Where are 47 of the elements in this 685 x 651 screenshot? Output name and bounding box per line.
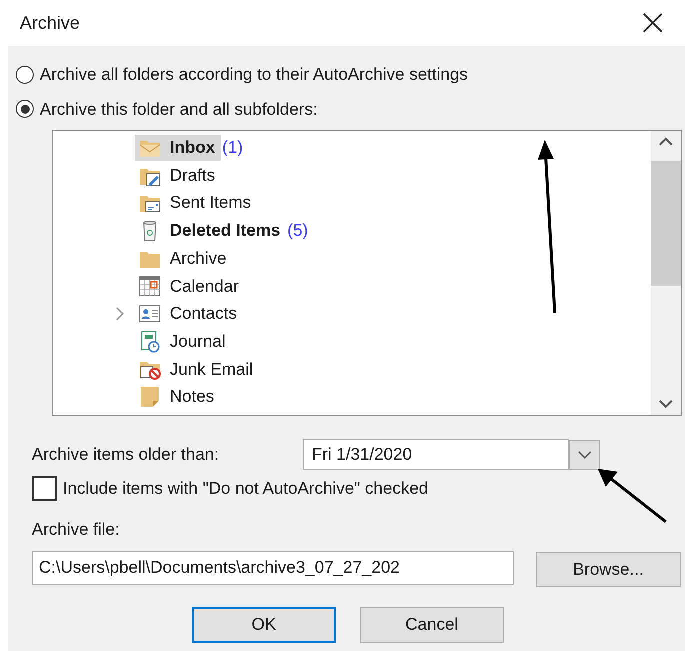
date-field[interactable]: Fri 1/31/2020 xyxy=(303,439,569,470)
field-label: Archive items older than: xyxy=(32,444,220,466)
radio-label: Archive this folder and all subfolders: xyxy=(40,98,318,120)
folder-item[interactable]: Notes xyxy=(135,384,220,410)
annotation-arrow xyxy=(598,469,667,524)
folder-name: Calendar xyxy=(170,276,239,298)
close-icon[interactable] xyxy=(641,11,665,35)
archive-file-field[interactable]: C:\Users\pbell\Documents\archive3_07_27_202 xyxy=(32,550,514,584)
folder-item[interactable]: Inbox xyxy=(135,134,222,161)
checkbox-label: Include items with "Do not AutoArchive" checked xyxy=(63,478,428,500)
folder-item[interactable]: Deleted Items xyxy=(135,218,287,244)
folder-item[interactable]: Contacts xyxy=(135,300,244,327)
radio-label: Archive all folders according to their AutoArchive settings xyxy=(40,64,468,86)
folder-item[interactable]: Calendar xyxy=(135,273,245,300)
calendar-icon xyxy=(138,274,162,298)
folder-name: Inbox xyxy=(170,137,216,160)
folder-name: Contacts xyxy=(170,303,238,326)
notes-icon xyxy=(138,385,162,410)
browse-button[interactable]: Browse... xyxy=(536,552,681,587)
scrollbar[interactable] xyxy=(651,131,681,415)
chevron-down-icon xyxy=(578,450,592,458)
date-dropdown-button[interactable] xyxy=(569,440,600,470)
expand-chevron-icon[interactable] xyxy=(115,306,125,321)
radio-button[interactable] xyxy=(16,100,34,118)
field-label: Archive file: xyxy=(32,520,120,538)
window-title: Archive xyxy=(20,12,80,34)
folder-name: Drafts xyxy=(170,164,216,187)
radio-button[interactable] xyxy=(16,66,34,84)
folder-name: Sent Items xyxy=(170,192,252,214)
folder-item[interactable]: Sent Items xyxy=(135,190,258,216)
folder-item[interactable]: Journal xyxy=(135,328,232,355)
scrollbar-thumb[interactable] xyxy=(651,160,681,286)
folder-name: Journal xyxy=(170,330,226,353)
scroll-up-icon[interactable] xyxy=(659,137,673,147)
folder-name: Notes xyxy=(170,386,214,408)
folder-item[interactable]: Junk Email xyxy=(135,356,260,382)
folder-item[interactable]: Archive xyxy=(135,246,233,272)
folder-name: Junk Email xyxy=(170,358,254,381)
folder-name: Archive xyxy=(170,248,227,270)
folder-name: Deleted Items xyxy=(170,220,281,242)
folder-item[interactable]: Drafts xyxy=(135,162,222,189)
checkbox[interactable] xyxy=(32,476,57,502)
unread-count: (5) xyxy=(288,220,308,242)
dialog-button[interactable]: Cancel xyxy=(360,607,504,643)
unread-count: (1) xyxy=(222,137,244,160)
dialog-button[interactable]: OK xyxy=(192,607,336,643)
scroll-down-icon[interactable] xyxy=(659,399,673,409)
